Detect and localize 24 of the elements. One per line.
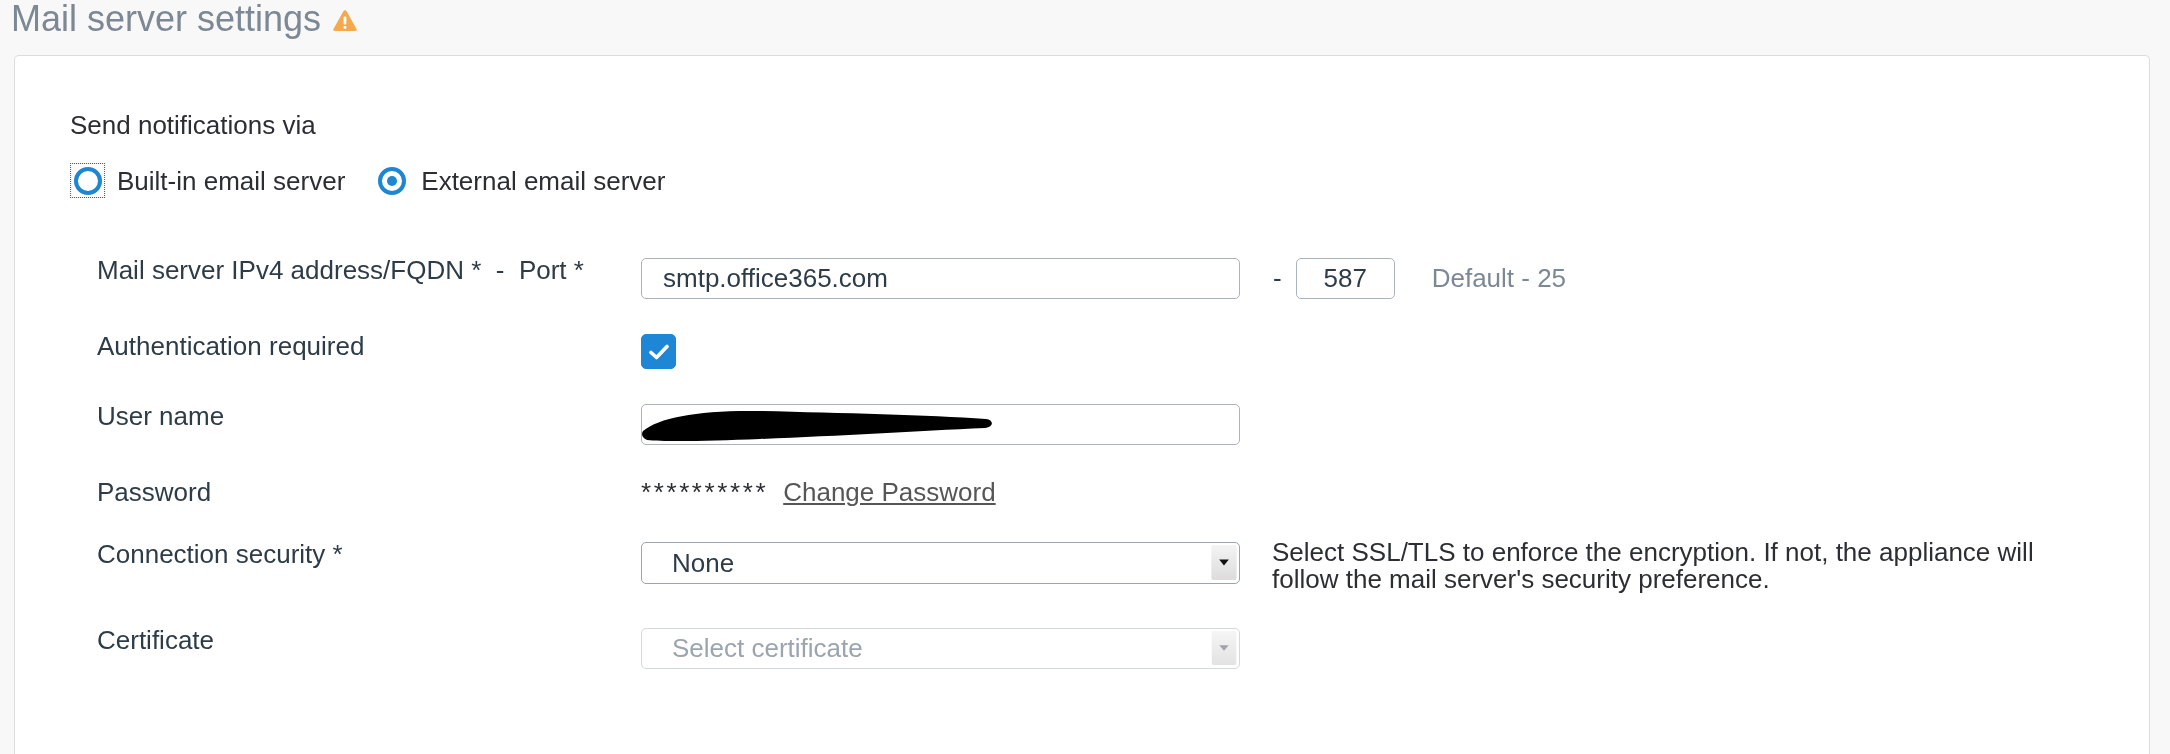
user-name-field[interactable] [641, 404, 1240, 445]
check-icon [648, 343, 669, 360]
caret-icon [1211, 545, 1237, 580]
server-address-field[interactable]: smtp.office365.com [641, 258, 1240, 299]
authentication-checkbox[interactable] [641, 334, 676, 369]
dropdown-select[interactable]: None [641, 542, 1240, 584]
radio-option[interactable]: External email server [374, 163, 666, 198]
field-label: Mail server IPv4 address/FQDN * - Port * [97, 255, 585, 285]
field-label: Password [97, 477, 213, 507]
page-title: Mail server settings [11, 0, 322, 39]
port-separator: - [1273, 262, 1282, 295]
port-field[interactable]: 587 [1295, 258, 1395, 299]
field-label: Connection security * [97, 539, 344, 569]
change-password-link[interactable]: Change Password [783, 477, 996, 507]
field-label: User name [97, 401, 226, 431]
radio-button[interactable] [377, 166, 406, 195]
port-hint: Default - 25 [1431, 262, 1567, 295]
caret-icon [1211, 631, 1237, 665]
section-label: Send notifications via [70, 110, 317, 140]
field-label: Authentication required [97, 331, 366, 361]
field-label: Certificate [97, 625, 216, 655]
radio-option[interactable]: Built-in email server [70, 163, 346, 198]
help-text: Select SSL/TLS to enforce the encryption. If not, the appliance will follow the mail server's security preference. [1272, 539, 2035, 593]
masked-password: ********** [641, 477, 769, 507]
